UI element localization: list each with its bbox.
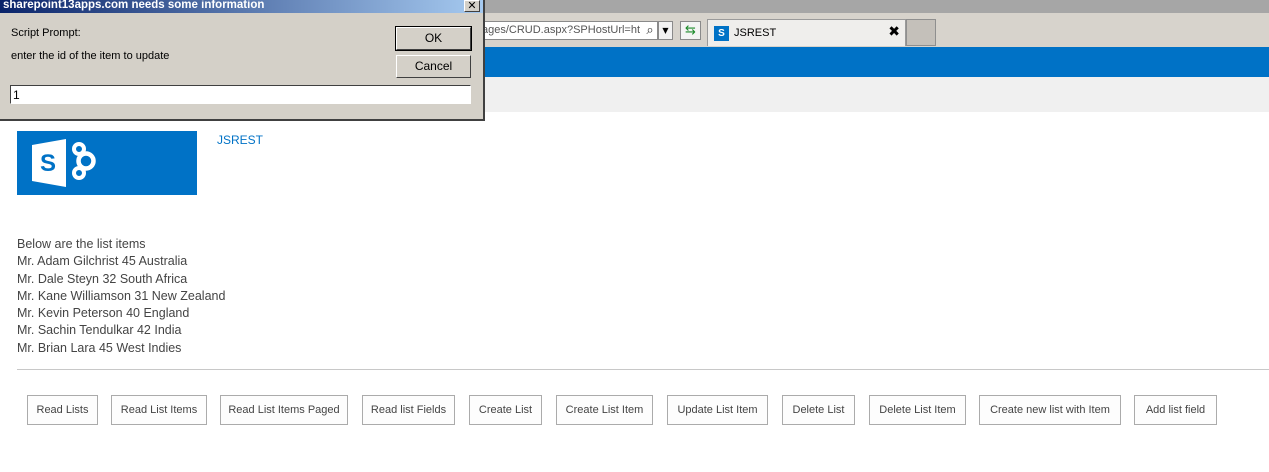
read-list-fields-button[interactable]: Read list Fields [362, 395, 455, 425]
list-item: Mr. Sachin Tendulkar 42 India [17, 323, 182, 338]
prompt-message: enter the id of the item to update [11, 50, 170, 62]
delete-list-item-button[interactable]: Delete List Item [869, 395, 966, 425]
add-list-field-button[interactable]: Add list field [1134, 395, 1217, 425]
create-list-button[interactable]: Create List [469, 395, 542, 425]
list-item: Mr. Kane Williamson 31 New Zealand [17, 288, 226, 303]
update-list-item-button[interactable]: Update List Item [667, 395, 768, 425]
sharepoint-logo-icon: S [32, 139, 96, 187]
close-tab-icon[interactable]: ✖ [888, 24, 900, 40]
search-icon[interactable]: ⌕ [642, 22, 658, 39]
script-prompt-label: Script Prompt: [11, 27, 81, 39]
list-item: Mr. Dale Steyn 32 South Africa [17, 271, 188, 286]
script-prompt-dialog: sharepoint13apps.com needs some informat… [0, 0, 485, 121]
browser-tab[interactable]: S JSREST ✖ [707, 19, 906, 46]
list-item: Mr. Brian Lara 45 West Indies [17, 340, 182, 355]
tab-title: JSREST [734, 27, 777, 39]
divider [17, 369, 1269, 370]
read-lists-button[interactable]: Read Lists [27, 395, 98, 425]
dialog-title-bar[interactable]: sharepoint13apps.com needs some informat… [0, 0, 483, 13]
list-item: Mr. Adam Gilchrist 45 Australia [17, 254, 188, 269]
refresh-icon[interactable]: ⇆ [680, 21, 701, 40]
prompt-input[interactable] [10, 85, 471, 104]
dialog-title: sharepoint13apps.com needs some informat… [3, 0, 265, 11]
create-list-item-button[interactable]: Create List Item [556, 395, 653, 425]
create-new-list-with-item-button[interactable]: Create new list with Item [979, 395, 1121, 425]
address-dropdown-icon[interactable]: ▼ [658, 21, 673, 40]
sharepoint-logo: S [17, 131, 197, 195]
address-bar[interactable]: ages/CRUD.aspx?SPHostUrl=ht [475, 21, 658, 40]
logo-letter: S [40, 150, 56, 177]
read-list-items-button[interactable]: Read List Items [111, 395, 207, 425]
dialog-close-button[interactable]: ✕ [464, 0, 480, 12]
sharepoint-favicon-icon: S [714, 26, 729, 41]
ok-button[interactable]: OK [395, 26, 472, 51]
list-items-block: Below are the list items Mr. Adam Gilchr… [17, 236, 225, 357]
list-heading: Below are the list items [17, 237, 146, 251]
cancel-button[interactable]: Cancel [396, 55, 471, 78]
delete-list-button[interactable]: Delete List [782, 395, 855, 425]
new-tab-button[interactable] [906, 19, 936, 46]
list-item: Mr. Kevin Peterson 40 England [17, 306, 190, 321]
site-title-link[interactable]: JSREST [217, 133, 263, 147]
read-list-items-paged-button[interactable]: Read List Items Paged [220, 395, 348, 425]
